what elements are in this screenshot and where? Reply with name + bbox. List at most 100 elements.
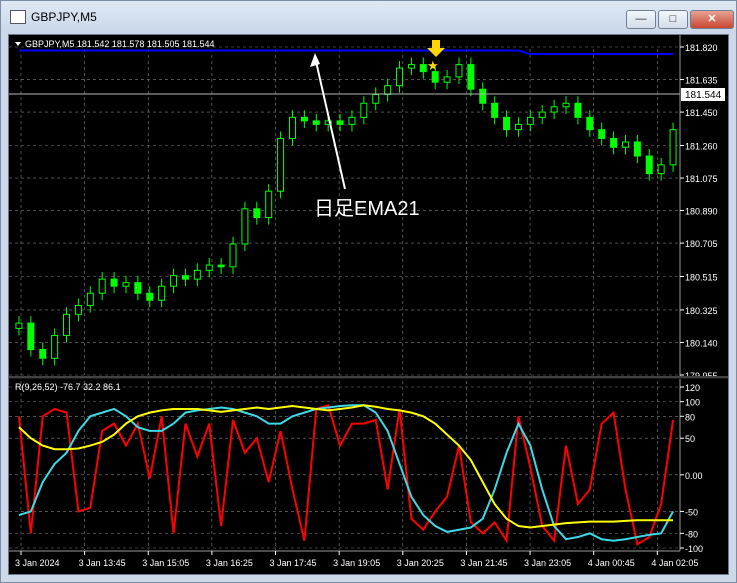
time-tick-label: 4 Jan 00:45 bbox=[588, 558, 635, 568]
window-title: GBPJPY,M5 bbox=[31, 10, 97, 24]
candle bbox=[170, 275, 178, 287]
price-tick-label: 180.705 bbox=[685, 239, 718, 249]
time-tick-label: 3 Jan 17:45 bbox=[270, 558, 317, 568]
price-tick-label: 180.325 bbox=[685, 306, 718, 316]
candle bbox=[610, 137, 618, 148]
annotation-text: 日足EMA21 bbox=[314, 198, 420, 220]
time-tick-label: 3 Jan 13:45 bbox=[79, 558, 126, 568]
candle bbox=[657, 164, 665, 175]
candle bbox=[621, 141, 629, 148]
time-tick-label: 3 Jan 23:05 bbox=[524, 558, 571, 568]
annotation-arrowhead-icon bbox=[310, 53, 320, 67]
time-tick-label: 3 Jan 2024 bbox=[15, 558, 60, 568]
close-button[interactable]: ✕ bbox=[690, 10, 734, 29]
candle bbox=[562, 102, 570, 108]
chart-area[interactable]: GBPJPY,M5 181.542 181.578 181.505 181.54… bbox=[8, 34, 729, 575]
price-panel[interactable]: GBPJPY,M5 181.542 181.578 181.505 181.54… bbox=[9, 39, 725, 381]
candle bbox=[467, 64, 475, 90]
title-bar[interactable]: GBPJPY,M5 — □ ✕ bbox=[1, 1, 736, 33]
price-tick-label: 180.140 bbox=[685, 338, 718, 348]
candle bbox=[586, 116, 594, 131]
candle bbox=[396, 67, 404, 87]
candle bbox=[122, 282, 130, 287]
ema-line bbox=[18, 49, 674, 56]
time-tick-label: 3 Jan 21:45 bbox=[460, 558, 507, 568]
chart-window-icon bbox=[10, 10, 26, 24]
candle bbox=[360, 102, 368, 118]
price-tick-label: 181.450 bbox=[685, 108, 718, 118]
candle bbox=[181, 275, 189, 280]
candle bbox=[277, 137, 285, 192]
time-tick-label: 3 Jan 19:05 bbox=[333, 558, 380, 568]
indicator-tick-label: -80 bbox=[685, 529, 698, 539]
candle bbox=[431, 71, 439, 83]
candle bbox=[455, 64, 463, 78]
chart-canvas[interactable]: GBPJPY,M5 181.542 181.578 181.505 181.54… bbox=[9, 35, 728, 574]
candle bbox=[633, 141, 641, 157]
candle bbox=[217, 264, 225, 268]
maximize-button[interactable]: □ bbox=[658, 10, 688, 29]
candle bbox=[51, 334, 59, 359]
price-tick-label: 181.635 bbox=[685, 76, 718, 86]
candle bbox=[348, 116, 356, 125]
chart-window: GBPJPY,M5 — □ ✕ GBPJPY,M5 181.542 181.57… bbox=[0, 0, 737, 583]
indicator-header: R(9,26,52) -76.7 32.2 86.1 bbox=[15, 382, 121, 392]
price-tick-label: 180.890 bbox=[685, 207, 718, 217]
candle bbox=[312, 120, 320, 125]
indicator-tick-label: -100 bbox=[685, 544, 703, 554]
candle bbox=[134, 282, 142, 294]
candle bbox=[669, 129, 677, 166]
price-tick-label: 181.075 bbox=[685, 174, 718, 184]
candle bbox=[253, 208, 261, 219]
candle bbox=[146, 292, 154, 301]
star-icon: ★ bbox=[427, 58, 439, 73]
candle bbox=[229, 243, 237, 268]
candle bbox=[491, 102, 499, 118]
time-tick-label: 3 Jan 16:25 bbox=[206, 558, 253, 568]
indicator-tick-label: 50 bbox=[685, 434, 695, 444]
candle bbox=[241, 208, 249, 245]
candle bbox=[336, 120, 344, 125]
indicator-panel[interactable]: R(9,26,52) -76.7 32.2 86.1 120 100 80 50 0.0… bbox=[15, 382, 703, 554]
candle bbox=[503, 116, 511, 131]
indicator-axis: 120 100 80 50 0.00 -50 -80 -100 bbox=[680, 383, 703, 554]
candle bbox=[407, 64, 415, 69]
candle bbox=[550, 106, 558, 113]
time-axis: 3 Jan 2024 3 Jan 13:45 3 Jan 15:05 3 Jan 16… bbox=[15, 551, 698, 568]
candle bbox=[39, 348, 47, 359]
indicator-tick-label: 80 bbox=[685, 412, 695, 422]
price-tick-label: 181.820 bbox=[685, 43, 718, 53]
indicator-tick-label: 0.00 bbox=[685, 471, 703, 481]
candle bbox=[574, 102, 582, 118]
candle bbox=[598, 129, 606, 139]
candle bbox=[419, 64, 427, 73]
indicator-tick-label: -50 bbox=[685, 507, 698, 517]
candle bbox=[74, 305, 82, 315]
current-price-label: 181.544 bbox=[685, 90, 722, 101]
candle bbox=[384, 85, 392, 95]
indicator-tick-label: 100 bbox=[685, 398, 700, 408]
price-tick-label: 180.515 bbox=[685, 273, 718, 283]
candle bbox=[158, 285, 166, 301]
candle bbox=[98, 278, 106, 294]
time-tick-label: 4 Jan 02:05 bbox=[651, 558, 698, 568]
candle bbox=[526, 116, 534, 125]
candle bbox=[205, 264, 213, 271]
sell-arrow-icon bbox=[427, 40, 445, 57]
time-tick-label: 3 Jan 15:05 bbox=[142, 558, 189, 568]
indicator-line-3 bbox=[18, 404, 674, 529]
candle bbox=[265, 190, 273, 219]
candle bbox=[443, 76, 451, 83]
time-tick-label: 3 Jan 20:25 bbox=[397, 558, 444, 568]
candle bbox=[538, 111, 546, 118]
candle bbox=[645, 155, 653, 175]
candle bbox=[479, 88, 487, 104]
candle bbox=[288, 116, 296, 139]
indicator-tick-label: 120 bbox=[685, 383, 700, 393]
minimize-button[interactable]: — bbox=[626, 10, 656, 29]
price-header: GBPJPY,M5 181.542 181.578 181.505 181.54… bbox=[25, 39, 215, 49]
candle bbox=[27, 322, 35, 350]
candle bbox=[110, 278, 118, 287]
candle bbox=[63, 313, 71, 336]
chart-dropdown-icon[interactable] bbox=[15, 42, 21, 46]
